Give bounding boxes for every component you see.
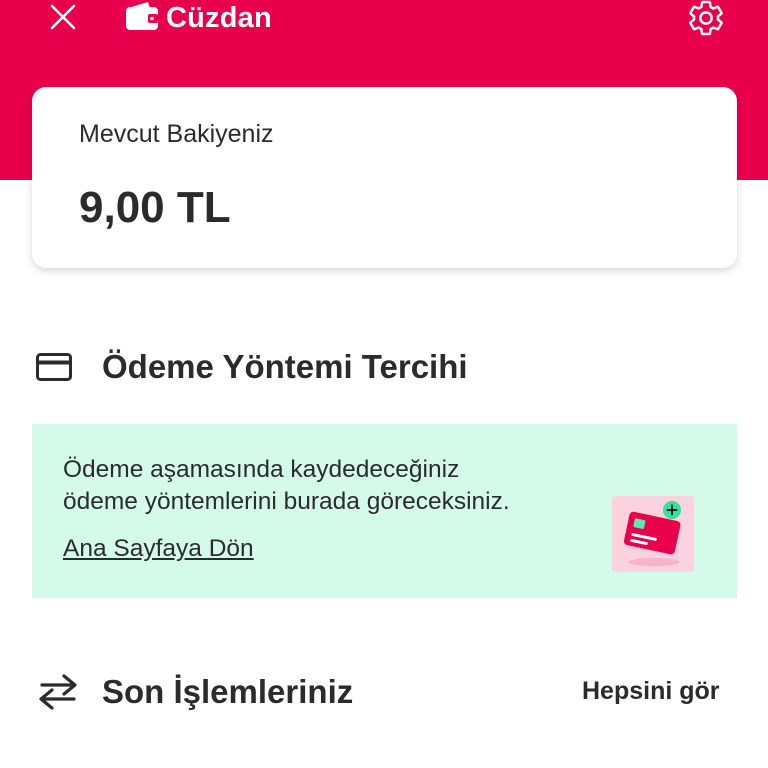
settings-button[interactable] [684,0,728,40]
gear-icon [686,0,726,43]
balance-amount: 9,00 TL [79,183,231,232]
recent-transactions-title: Son İşlemleriniz [102,673,354,710]
add-card-illustration [610,494,696,578]
close-button[interactable] [44,0,82,38]
balance-card: Mevcut Bakiyeniz 9,00 TL [32,87,737,268]
go-home-link[interactable]: Ana Sayfaya Dön [63,535,254,563]
see-all-button[interactable]: Hepsini gör [582,677,720,706]
payment-info-text-line-1: Ödeme aşamasında kaydedeceğiniz [63,456,460,483]
close-icon [49,3,77,36]
header-title-group: Cüzdan [124,0,272,36]
payment-method-title: Ödeme Yöntemi Tercihi [102,348,468,385]
balance-label: Mevcut Bakiyeniz [79,120,274,148]
payment-info-box: Ödeme aşamasında kaydedeceğiniz ödeme yö… [32,424,737,598]
payment-method-heading: Ödeme Yöntemi Tercihi [34,347,468,387]
recent-transactions-heading: Son İşlemleriniz [34,670,353,714]
swap-arrows-icon [34,670,82,714]
payment-info-text-line-2: ödeme yöntemlerini burada göreceksiniz. [63,488,510,515]
page-title: Cüzdan [166,1,272,34]
wallet-icon [124,0,160,37]
credit-card-icon [34,347,74,387]
